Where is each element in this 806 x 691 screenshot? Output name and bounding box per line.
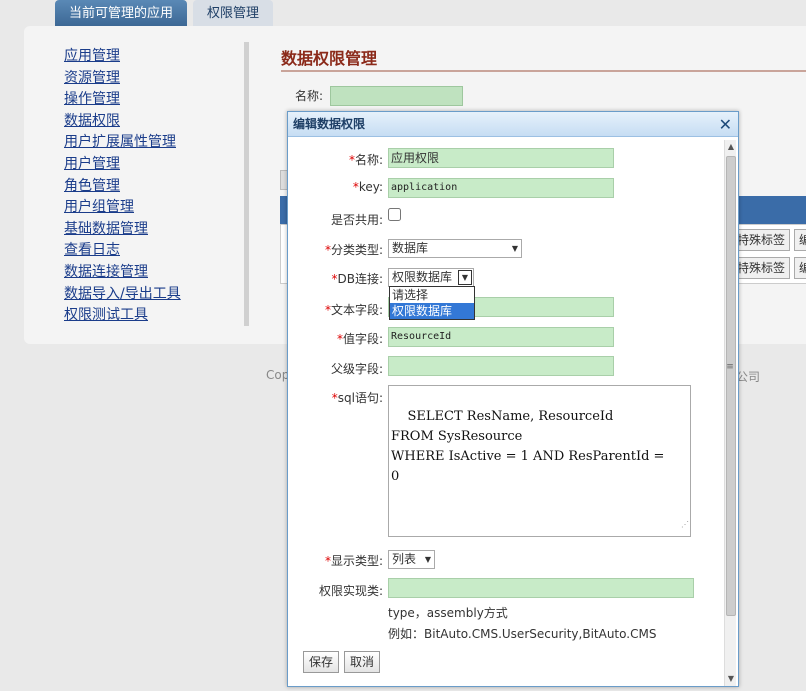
special-tag-button[interactable]: 特殊标签 <box>732 229 791 251</box>
sidebar-item-import-export[interactable]: 数据导入/导出工具 <box>64 284 249 306</box>
impl-class-input[interactable] <box>388 578 694 598</box>
sidebar-item-role-management[interactable]: 角色管理 <box>64 176 249 198</box>
scroll-thumb[interactable] <box>726 156 736 616</box>
sidebar-item-operation-management[interactable]: 操作管理 <box>64 89 249 111</box>
edit-data-permission-dialog: 编辑数据权限 ✕ ▲ ≡ ▼ *名称: 应用权限 *key: applicati… <box>287 111 739 687</box>
display-label: *显示类型: <box>324 554 383 568</box>
impl-hint-format: type，assembly方式 <box>388 606 508 620</box>
dialog-header: 编辑数据权限 ✕ <box>288 112 738 137</box>
top-tabs: 当前可管理的应用 权限管理 <box>55 0 279 28</box>
db-option-please-select[interactable]: 请选择 <box>390 287 474 303</box>
special-tag-button[interactable]: 特殊标签 <box>732 257 791 279</box>
copyright-text: Cop <box>266 368 290 382</box>
search-name-label: 名称: <box>295 89 324 103</box>
dialog-scrollbar[interactable]: ▲ ≡ ▼ <box>724 140 736 686</box>
company-text: 公司 <box>736 370 761 384</box>
title-divider <box>281 70 806 72</box>
chevron-down-icon[interactable]: ▼ <box>458 270 472 285</box>
sidebar-divider <box>244 42 249 326</box>
name-field[interactable]: 应用权限 <box>388 148 614 168</box>
edit-button[interactable]: 编 <box>794 229 806 251</box>
impl-hint-example: 例如：BitAuto.CMS.UserSecurity,BitAuto.CMS <box>388 627 657 641</box>
key-field[interactable]: application <box>388 178 614 198</box>
sidebar-item-resource-management[interactable]: 资源管理 <box>64 68 249 90</box>
scroll-down-icon[interactable]: ▼ <box>726 674 736 684</box>
name-label-wrap: *名称: <box>288 151 383 167</box>
sidebar-item-permission-test[interactable]: 权限测试工具 <box>64 305 249 327</box>
search-name-input[interactable] <box>330 86 463 106</box>
db-select-value: 权限数据库 <box>392 270 453 284</box>
impl-label: 权限实现类: <box>318 584 383 598</box>
parent-field-input[interactable] <box>388 356 614 376</box>
name-label: *名称: <box>348 153 383 167</box>
category-label: *分类类型: <box>324 243 383 257</box>
sidebar-item-base-data[interactable]: 基础数据管理 <box>64 219 249 241</box>
value-field-input[interactable]: ResourceId <box>388 327 614 347</box>
category-label-wrap: *分类类型: <box>288 241 383 257</box>
resize-grip-icon[interactable]: ⋰ <box>681 515 689 535</box>
parent-field-label: 父级字段: <box>330 362 383 376</box>
scroll-up-icon[interactable]: ▲ <box>726 142 736 152</box>
display-type-value: 列表 <box>392 552 417 566</box>
shared-label-wrap: 是否共用: <box>288 211 383 227</box>
sql-text: SELECT ResName, ResourceId FROM SysResou… <box>391 409 665 484</box>
category-select-value: 数据库 <box>392 241 429 255</box>
shared-checkbox[interactable] <box>388 208 401 221</box>
tab-permission-management[interactable]: 权限管理 <box>193 0 274 28</box>
value-field-label: *值字段: <box>336 332 383 346</box>
scroll-grip-icon: ≡ <box>726 362 734 372</box>
sql-textarea[interactable]: SELECT ResName, ResourceId FROM SysResou… <box>388 385 691 537</box>
sidebar-item-user-management[interactable]: 用户管理 <box>64 154 249 176</box>
edit-button[interactable]: 编 <box>794 257 806 279</box>
cancel-button[interactable]: 取消 <box>344 651 381 673</box>
save-button[interactable]: 保存 <box>303 651 340 673</box>
sidebar-item-user-ext-attributes[interactable]: 用户扩展属性管理 <box>64 132 249 154</box>
sidebar: 应用管理 资源管理 操作管理 数据权限 用户扩展属性管理 用户管理 角色管理 用… <box>64 46 249 327</box>
sidebar-item-usergroup-management[interactable]: 用户组管理 <box>64 197 249 219</box>
db-select[interactable]: 权限数据库 ▼ <box>388 268 474 287</box>
sql-label-wrap: *sql语句: <box>288 389 383 405</box>
display-type-select[interactable]: 列表 ▼ <box>388 550 435 569</box>
key-label: *key: <box>352 180 383 194</box>
shared-label: 是否共用: <box>330 213 383 227</box>
chevron-down-icon: ▼ <box>511 244 518 253</box>
dialog-title: 编辑数据权限 <box>293 117 366 131</box>
db-dropdown-list: 请选择 权限数据库 <box>389 286 475 320</box>
chevron-down-icon: ▼ <box>424 555 431 564</box>
sidebar-item-view-logs[interactable]: 查看日志 <box>64 240 249 262</box>
page-title: 数据权限管理 <box>281 49 378 68</box>
display-label-wrap: *显示类型: <box>288 552 383 568</box>
sql-label: *sql语句: <box>331 391 383 405</box>
key-label-wrap: *key: <box>288 180 383 196</box>
tab-managed-apps[interactable]: 当前可管理的应用 <box>55 0 188 28</box>
impl-label-wrap: 权限实现类: <box>288 582 383 598</box>
close-icon[interactable]: ✕ <box>719 112 732 137</box>
db-label: *DB连接: <box>331 272 383 286</box>
text-field-label-wrap: *文本字段: <box>288 301 383 317</box>
category-select[interactable]: 数据库 ▼ <box>388 239 522 258</box>
value-field-label-wrap: *值字段: <box>288 330 383 346</box>
sidebar-item-data-connections[interactable]: 数据连接管理 <box>64 262 249 284</box>
parent-field-label-wrap: 父级字段: <box>288 360 383 376</box>
sidebar-item-data-permission[interactable]: 数据权限 <box>64 111 249 133</box>
db-option-permission-db[interactable]: 权限数据库 <box>390 303 474 319</box>
text-field-label: *文本字段: <box>324 303 383 317</box>
db-label-wrap: *DB连接: <box>288 270 383 286</box>
sidebar-item-app-management[interactable]: 应用管理 <box>64 46 249 68</box>
